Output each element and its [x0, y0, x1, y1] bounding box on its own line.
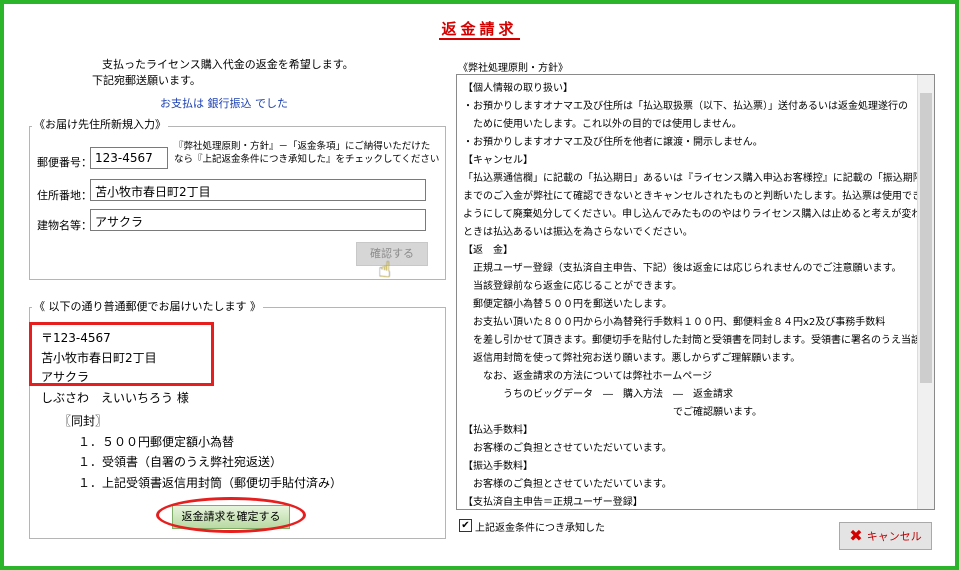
policy-line: ・お預かりしますオナマエ及び住所は「払込取扱票（以下、払込票）」送付あるいは返金…: [463, 101, 908, 112]
intro-line-1: 支払ったライセンス購入代金の返金を希望します。: [102, 58, 354, 71]
policy-line: でご確認願います。: [463, 407, 762, 418]
payment-method-text: お支払は 銀行振込 でした: [160, 95, 288, 111]
policy-line: 【個人情報の取り扱い】: [463, 83, 573, 94]
building-input[interactable]: アサクラ: [90, 209, 426, 231]
policy-line: ようにして廃棄処分してください。申し込んでみたもののやはりライセンス購入は止める…: [463, 209, 935, 220]
enclosed-item: １．上記受領書返信用封筒（郵便切手貼付済み）: [78, 476, 343, 490]
mail-group-legend: 《 以下の通り普通郵便でお届けいたします 》: [32, 298, 263, 314]
policy-line: なお、返金請求の方法については弊社ホームページ: [463, 371, 712, 382]
confirm-button-highlight: [156, 497, 306, 533]
policy-line: お客様のご負担とさせていただいています。: [463, 443, 672, 454]
check-button[interactable]: 確認する: [356, 242, 428, 266]
policy-line: ・お預かりしますオナマエ及び住所を他者に譲渡・開示しません。: [463, 137, 763, 148]
window-title: 返金請求: [439, 20, 520, 40]
postal-code-input[interactable]: 123-4567: [90, 147, 168, 169]
close-icon: ✖: [849, 526, 863, 545]
policy-line: 【返 金】: [463, 245, 513, 256]
policy-line: を差し引かせて頂きます。郵便切手を貼付した封筒と受領書を同封します。受領書に署名…: [463, 335, 921, 346]
policy-line: 郵便定額小為替５００円を郵送いたします。: [463, 299, 672, 310]
cancel-button[interactable]: ✖ キャンセル: [839, 522, 932, 550]
policy-line: 【振込手数料】: [463, 461, 533, 472]
refund-request-window: 返金請求 支払ったライセンス購入代金の返金を希望します。 下記宛郵送願います。 …: [0, 0, 959, 570]
hand-cursor-icon: ☝: [378, 258, 392, 283]
policy-line: お支払い頂いた８００円から小為替発行手数料１００円、郵便料金８４円x2及び事務手…: [463, 317, 886, 328]
address-label: 住所番地：: [37, 189, 92, 202]
policy-line: 【支払済自主申告＝正規ユーザー登録】: [463, 497, 643, 508]
payment-method: 銀行振込: [207, 97, 252, 110]
agreement-note: 『弊社処理原則・方針』－「返金条項」にご納得いただけた なら『上記返金条件につき…: [174, 140, 439, 166]
policy-line: 当該登録前なら返金に応じることができます。: [463, 281, 682, 292]
policy-text-area[interactable]: 【個人情報の取り扱い】 ・お預かりしますオナマエ及び住所は「払込取扱票（以下、払…: [456, 74, 935, 510]
intro-line-2: 下記宛郵送願います。: [92, 74, 201, 87]
policy-scrollbar[interactable]: [917, 75, 934, 509]
cancel-button-label: キャンセル: [866, 530, 922, 543]
agree-checkbox[interactable]: ✔: [459, 519, 472, 532]
policy-line: 【払込手数料】: [463, 425, 533, 436]
policy-line: お客様のご負担とさせていただいています。: [463, 479, 672, 490]
policy-line: 【キャンセル】: [463, 155, 533, 166]
agree-checkbox-label[interactable]: 上記返金条件につき承知した: [475, 519, 605, 534]
enclosed-label: 〖同封〗: [59, 414, 108, 428]
address-input[interactable]: 苫小牧市春日町2丁目: [90, 179, 426, 201]
policy-line: ために使用いたします。これ以外の目的では使用しません。: [463, 119, 742, 130]
policy-line: までのご入金が弊社にて確認できないときキャンセルされたものと判断いたします。払込…: [463, 191, 935, 202]
agreement-note-line-1: 『弊社処理原則・方針』－「返金条項」にご納得いただけた: [174, 141, 431, 152]
policy-line: 返信用封筒を使って弊社宛お送り願います。悪しからずご理解願います。: [463, 353, 801, 364]
mail-recipient: しぶさわ えいいちろう 様: [41, 391, 189, 405]
policy-line: 正規ユーザー登録（支払済自主申告、下記）後は返金には応じられませんのでご注意願い…: [463, 263, 902, 274]
payment-prefix: お支払は: [160, 97, 204, 110]
policy-line: ときは払込あるいは振込を為さらないでください。: [463, 227, 693, 238]
payment-suffix: でした: [255, 97, 288, 110]
enclosed-item: １．受領書（自署のうえ弊社宛返送）: [78, 455, 283, 469]
scrollbar-thumb[interactable]: [920, 93, 932, 383]
address-highlight-box: [29, 322, 214, 386]
policy-line: うちのビッグデータ ― 購入方法 ― 返金請求: [463, 389, 733, 400]
address-group-legend: 《お届け先住所新規入力》: [32, 116, 168, 132]
building-label: 建物名等：: [37, 219, 92, 232]
enclosed-item: １．５００円郵便定額小為替: [78, 435, 235, 449]
policy-line: 「払込票通信欄」に記載の「払込期日」あるいは『ライセンス購入申込お客様控』に記載…: [463, 173, 933, 184]
agreement-note-line-2: なら『上記返金条件につき承知した』をチェックしてください: [174, 154, 440, 165]
postal-label: 郵便番号：: [37, 156, 92, 169]
policy-heading: 《弊社処理原則・方針》: [458, 63, 568, 74]
